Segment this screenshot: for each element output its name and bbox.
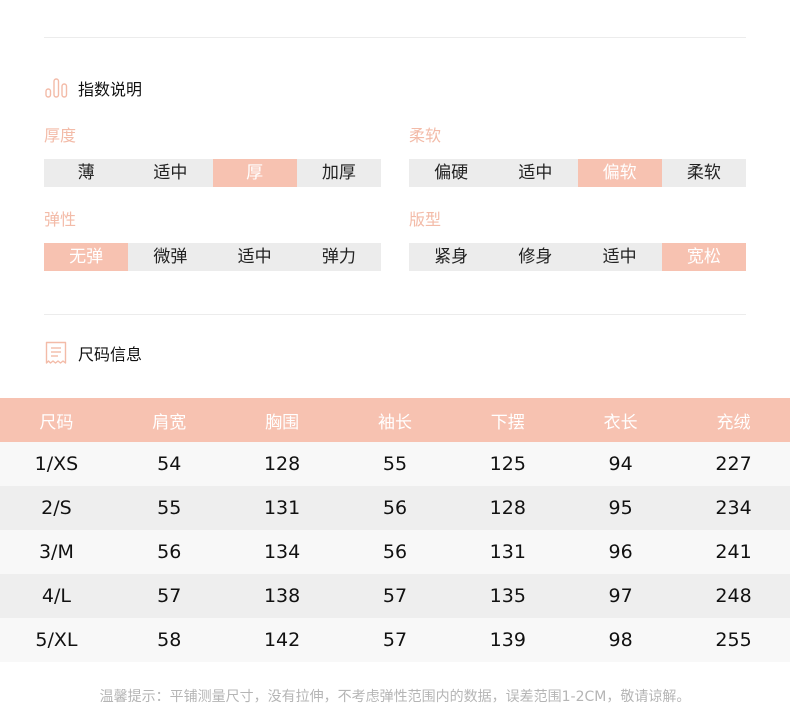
table-cell: 131 — [451, 530, 565, 574]
table-cell: 56 — [338, 486, 452, 530]
column-header: 下摆 — [451, 398, 565, 442]
option: 偏硬 — [434, 163, 469, 183]
option: 适中 — [153, 163, 188, 183]
option: 紧身 — [434, 247, 469, 267]
table-cell: 241 — [677, 530, 790, 574]
table-cell: 138 — [225, 574, 339, 618]
option: 适中 — [237, 247, 272, 267]
table-cell: 128 — [451, 486, 565, 530]
table-cell: 57 — [338, 574, 452, 618]
table-cell: 98 — [564, 618, 678, 662]
option: 修身 — [518, 247, 553, 267]
size-table: 尺码 肩宽 胸围 袖长 下摆 衣长 充绒 1/XS 54 128 55 125 … — [0, 398, 790, 662]
column-header: 肩宽 — [112, 398, 226, 442]
table-cell: 97 — [564, 574, 678, 618]
table-cell: 56 — [112, 530, 226, 574]
column-header: 袖长 — [338, 398, 452, 442]
table-cell: 57 — [112, 574, 226, 618]
size-section-title: 尺码信息 — [78, 345, 143, 364]
table-cell: 135 — [451, 574, 565, 618]
column-header: 尺码 — [0, 398, 113, 442]
size-section-header: 尺码信息 — [44, 341, 142, 365]
column-header: 衣长 — [564, 398, 678, 442]
measurement-note: 温馨提示：平铺测量尺寸，没有拉伸，不考虑弹性范围内的数据，误差范围1-2CM，敬… — [99, 689, 691, 705]
table-cell: 94 — [564, 442, 678, 486]
group-softness: 柔软 偏硬 适中 偏软 柔软 — [409, 125, 746, 187]
option-selected: 厚 — [212, 159, 297, 187]
top-divider — [44, 37, 746, 38]
table-cell: 54 — [112, 442, 226, 486]
index-section-header: 指数说明 — [44, 76, 142, 100]
table-cell: 234 — [677, 486, 790, 530]
table-cell: 131 — [225, 486, 339, 530]
column-header: 胸围 — [225, 398, 339, 442]
table-row: 2/S 55 131 56 128 95 234 — [0, 486, 790, 530]
table-cell: 248 — [677, 574, 790, 618]
table-cell: 128 — [225, 442, 339, 486]
table-cell: 58 — [112, 618, 226, 662]
receipt-icon — [45, 341, 67, 364]
option: 薄 — [77, 163, 95, 183]
group-elasticity: 弹性 无弹 微弹 适中 弹力 — [44, 209, 381, 271]
option: 加厚 — [321, 163, 356, 183]
option: 适中 — [518, 163, 553, 183]
table-cell: 2/S — [0, 486, 113, 530]
table-row: 1/XS 54 128 55 125 94 227 — [0, 442, 790, 486]
table-cell: 1/XS — [0, 442, 113, 486]
option-bar: 薄 适中 厚 加厚 — [44, 159, 381, 187]
table-row: 3/M 56 134 56 131 96 241 — [0, 530, 790, 574]
table-cell: 134 — [225, 530, 339, 574]
index-section-title: 指数说明 — [78, 80, 143, 99]
option: 微弹 — [153, 247, 188, 267]
bar-chart-icon — [45, 78, 68, 98]
table-cell: 139 — [451, 618, 565, 662]
group-title: 版型 — [409, 210, 442, 229]
option: 适中 — [602, 247, 637, 267]
option-selected: 偏软 — [577, 159, 662, 187]
table-cell: 3/M — [0, 530, 113, 574]
table-cell: 227 — [677, 442, 790, 486]
group-title: 厚度 — [44, 126, 77, 145]
table-cell: 142 — [225, 618, 339, 662]
group-title: 弹性 — [44, 210, 77, 229]
table-cell: 57 — [338, 618, 452, 662]
group-thickness: 厚度 薄 适中 厚 加厚 — [44, 125, 381, 187]
table-row: 5/XL 58 142 57 139 98 255 — [0, 618, 790, 662]
table-cell: 55 — [112, 486, 226, 530]
option-bar: 偏硬 适中 偏软 柔软 — [409, 159, 746, 187]
middle-divider — [44, 314, 746, 315]
table-cell: 255 — [677, 618, 790, 662]
table-cell: 56 — [338, 530, 452, 574]
table-cell: 95 — [564, 486, 678, 530]
option-bar: 无弹 微弹 适中 弹力 — [44, 243, 381, 271]
option: 柔软 — [686, 163, 721, 183]
table-cell: 55 — [338, 442, 452, 486]
table-header-row: 尺码 肩宽 胸围 袖长 下摆 衣长 充绒 — [0, 398, 790, 442]
table-row: 4/L 57 138 57 135 97 248 — [0, 574, 790, 618]
option-selected: 宽松 — [661, 243, 746, 271]
table-cell: 96 — [564, 530, 678, 574]
column-header: 充绒 — [677, 398, 790, 442]
table-cell: 5/XL — [0, 618, 113, 662]
table-cell: 4/L — [0, 574, 113, 618]
table-cell: 125 — [451, 442, 565, 486]
group-title: 柔软 — [409, 126, 442, 145]
option: 弹力 — [321, 247, 356, 267]
group-fit: 版型 紧身 修身 适中 宽松 — [409, 209, 746, 271]
option-bar: 紧身 修身 适中 宽松 — [409, 243, 746, 271]
option-selected: 无弹 — [44, 243, 129, 271]
